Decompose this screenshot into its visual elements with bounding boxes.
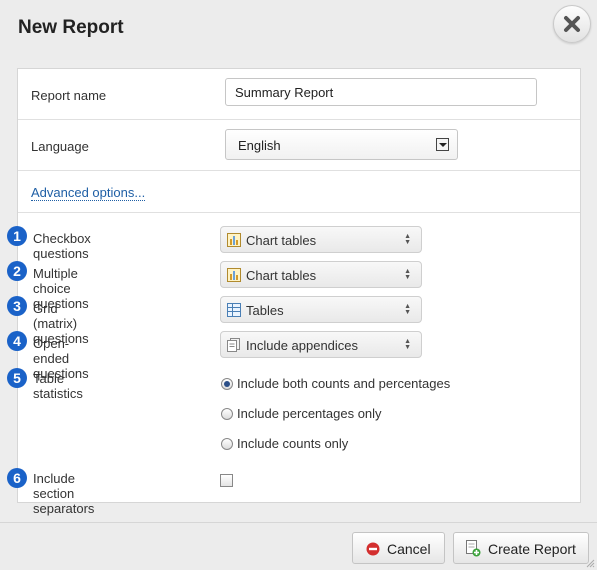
section-separators-checkbox[interactable] [220,474,233,487]
create-report-button[interactable]: Create Report [453,532,589,564]
close-button[interactable] [553,5,591,43]
create-report-icon [466,540,481,557]
report-name-row: Report name [18,69,580,120]
close-icon [564,16,580,32]
table-statistics-label: Table statistics [33,371,83,401]
radio-percentages-only[interactable] [221,408,233,420]
language-value: English [238,138,281,153]
radio-counts-and-percentages[interactable] [221,378,233,390]
chart-icon [227,268,241,282]
radio-label: Include percentages only [237,406,382,421]
open-ended-select[interactable]: Include appendices ▲ ▼ [220,331,422,358]
updown-icon: ▲ ▼ [404,233,411,246]
select-value: Tables [246,303,284,318]
language-label: Language [31,139,89,154]
radio-label: Include counts only [237,436,349,451]
step-badge: 6 [7,468,27,488]
radio-counts-only[interactable] [221,438,233,450]
step-badge: 2 [7,261,27,281]
select-value: Include appendices [246,338,359,353]
updown-icon: ▲ ▼ [404,338,411,351]
cancel-icon [366,542,380,556]
dialog-header: New Report [0,0,597,60]
language-row: Language English [18,120,580,171]
create-report-label: Create Report [488,541,576,557]
language-select[interactable]: English [225,129,458,160]
multiple-choice-select[interactable]: Chart tables ▲ ▼ [220,261,422,288]
chart-icon [227,233,241,247]
advanced-options-link[interactable]: Advanced options... [31,185,146,201]
step-badge: 3 [7,296,27,316]
updown-icon: ▲ ▼ [404,303,411,316]
step-badge: 5 [7,368,27,388]
dropdown-arrow-icon [436,138,449,151]
report-name-label: Report name [31,88,107,103]
checkbox-questions-select[interactable]: Chart tables ▲ ▼ [220,226,422,253]
step-badge: 4 [7,331,27,351]
appendix-icon [227,338,240,352]
select-value: Chart tables [246,268,317,283]
table-icon [227,303,241,317]
cancel-button[interactable]: Cancel [352,532,445,564]
dialog-footer: Cancel Create Report [0,522,597,570]
dialog-title: New Report [18,17,124,38]
radio-label: Include both counts and percentages [237,376,451,391]
select-value: Chart tables [246,233,317,248]
step-badge: 1 [7,226,27,246]
cancel-label: Cancel [387,541,431,557]
grid-questions-select[interactable]: Tables ▲ ▼ [220,296,422,323]
section-separators-label: Include section separators [33,471,95,516]
updown-icon: ▲ ▼ [404,268,411,281]
question-label: Checkbox questions [33,231,91,261]
resize-grip-icon[interactable] [585,558,595,568]
report-name-input[interactable] [225,78,537,106]
